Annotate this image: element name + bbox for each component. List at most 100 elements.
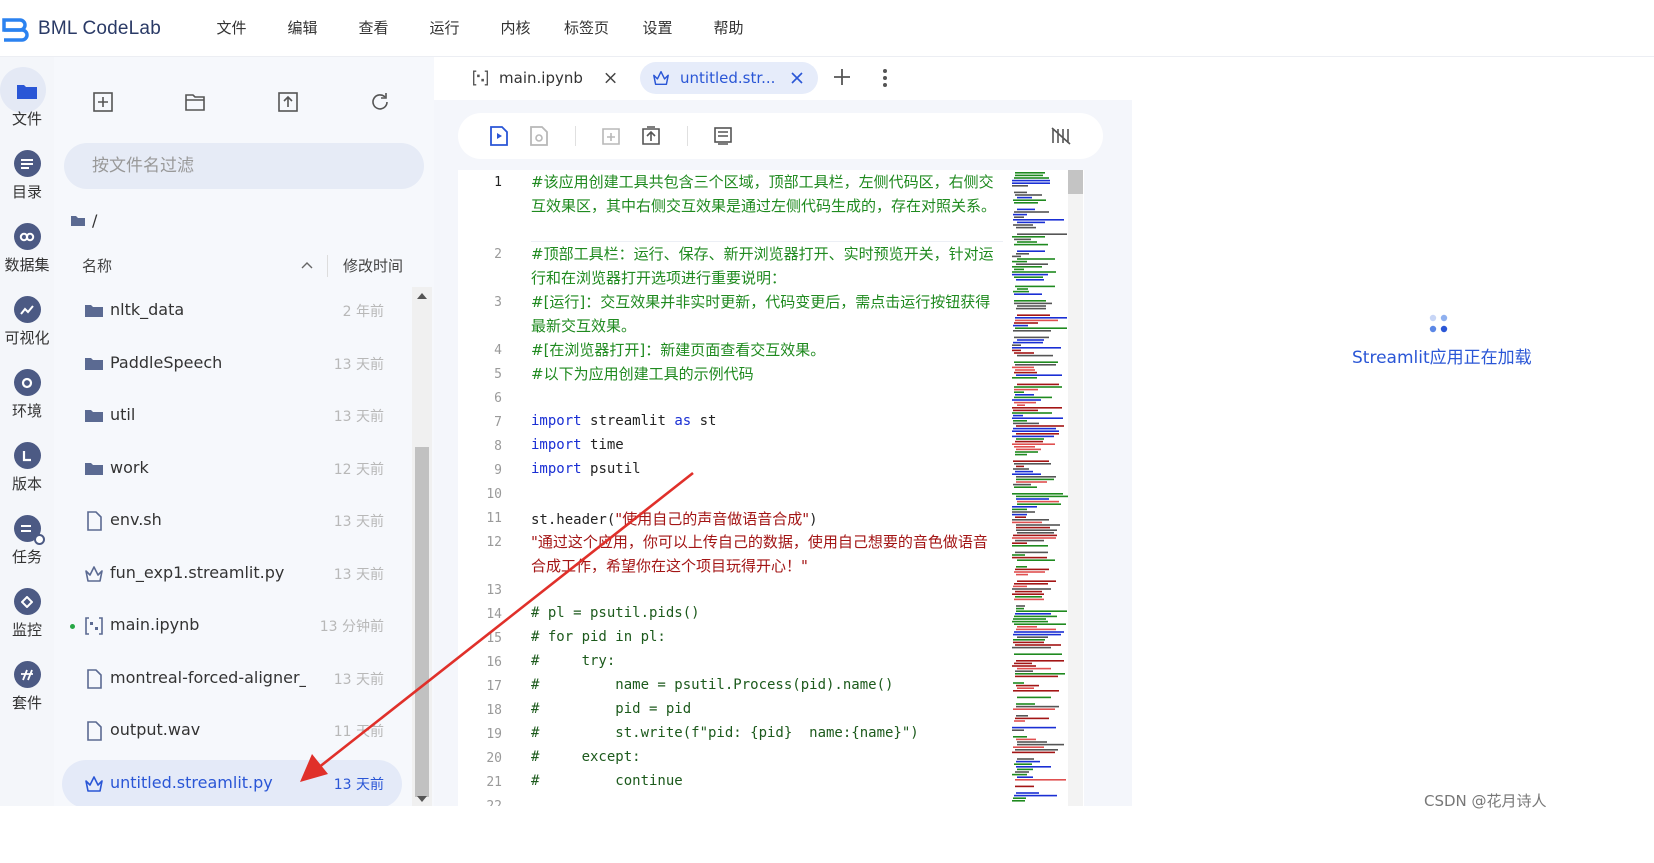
scroll-up-icon[interactable] xyxy=(417,293,427,299)
minimap-line xyxy=(1012,513,1027,516)
explorer-scrollbar[interactable] xyxy=(412,287,432,863)
new-browser-icon[interactable] xyxy=(600,125,622,147)
file-name: work xyxy=(110,458,149,477)
code-comment: #以下为应用创建工具的示例代码 xyxy=(531,365,754,383)
minimap-line xyxy=(1014,583,1048,585)
sort-ascending-icon[interactable] xyxy=(300,260,314,270)
new-file-icon[interactable] xyxy=(90,89,116,115)
activity-files[interactable]: 文件 xyxy=(0,67,54,129)
save-icon[interactable] xyxy=(528,125,550,147)
minimap-line xyxy=(1013,690,1059,692)
list-item[interactable]: montreal-forced-aligner_li 13 天前 xyxy=(62,655,402,703)
minimap-line xyxy=(1014,720,1025,722)
list-item[interactable]: work 12 天前 xyxy=(62,445,402,493)
activity-monitor[interactable]: 监控 xyxy=(0,588,54,640)
menu-settings[interactable]: 设置 xyxy=(622,0,693,57)
file-time: 13 天前 xyxy=(333,672,384,688)
scrollbar-thumb[interactable] xyxy=(415,447,429,797)
breadcrumb[interactable]: / xyxy=(70,209,97,231)
preview-toggle-icon[interactable] xyxy=(712,125,734,147)
column-divider xyxy=(327,255,328,277)
close-icon[interactable] xyxy=(603,70,618,86)
filename-filter-input[interactable] xyxy=(64,143,424,189)
minimap-line xyxy=(1016,766,1051,768)
chart-icon xyxy=(13,296,41,323)
activity-label: 任务 xyxy=(11,548,42,566)
activity-toc[interactable]: 目录 xyxy=(0,150,54,202)
list-item[interactable]: util 13 天前 xyxy=(62,392,402,440)
minimap-line xyxy=(1014,386,1062,388)
minimap-line xyxy=(1012,542,1027,544)
minimap-line xyxy=(1014,391,1024,393)
minimap-line xyxy=(1012,366,1034,369)
column-modified-time[interactable]: 修改时间 xyxy=(343,255,403,276)
new-folder-icon[interactable] xyxy=(182,89,208,115)
open-in-browser-icon[interactable] xyxy=(640,125,662,147)
minimap-line xyxy=(1013,422,1039,425)
list-item[interactable]: untitled.streamlit.py 13 天前 xyxy=(62,760,402,808)
tab-untitled-streamlit[interactable]: untitled.str... xyxy=(640,62,818,94)
column-name[interactable]: 名称 xyxy=(82,255,112,276)
activity-dataset[interactable]: 数据集 xyxy=(0,223,54,275)
menu-view[interactable]: 查看 xyxy=(338,0,409,57)
minimap-scrollbar[interactable] xyxy=(1066,170,1083,806)
activity-visualization[interactable]: 可视化 xyxy=(0,296,54,348)
close-icon[interactable] xyxy=(789,70,805,86)
minimap-line xyxy=(1016,792,1039,794)
minimap-line xyxy=(1017,626,1037,628)
minimap-line xyxy=(1013,414,1023,417)
activity-task[interactable]: 任务 xyxy=(0,515,54,567)
code-editor[interactable]: 1 #该应用创建工具共包含三个区域，顶部工具栏，左侧代码区，右侧交互效果区，其中… xyxy=(458,170,1084,863)
minimap-line xyxy=(1016,573,1028,576)
minimap-line xyxy=(1014,446,1035,448)
minimap-line xyxy=(1012,554,1025,556)
logo-icon xyxy=(2,18,29,42)
line-number: 5 xyxy=(494,367,502,382)
line-number: 10 xyxy=(486,487,502,502)
scroll-down-icon[interactable] xyxy=(417,796,427,802)
line-number: 6 xyxy=(494,391,502,406)
minimap-scrollbar-thumb[interactable] xyxy=(1066,170,1083,194)
code-comment: #[运行]：交互效果并非实时更新，代码变更后，需点击运行按钮获得最新交互效果。 xyxy=(531,293,991,335)
menu-edit[interactable]: 编辑 xyxy=(267,0,338,57)
minimap-line xyxy=(1016,705,1059,708)
list-item[interactable]: main.ipynb 13 分钟前 xyxy=(62,602,402,650)
menu-help[interactable]: 帮助 xyxy=(693,0,764,57)
add-tab-icon[interactable] xyxy=(832,67,852,87)
menu-file[interactable]: 文件 xyxy=(196,0,267,57)
more-options-icon[interactable] xyxy=(880,67,890,89)
breadcrumb-path: / xyxy=(92,210,98,230)
minimap-line xyxy=(1017,503,1061,505)
list-item[interactable]: nltk_data 2 年前 xyxy=(62,287,402,335)
menu-kernel[interactable]: 内核 xyxy=(480,0,551,57)
minimap-line xyxy=(1012,593,1044,595)
list-item[interactable]: PaddleSpeech 13 天前 xyxy=(62,340,402,388)
minimap-line xyxy=(1012,260,1027,263)
menu-run[interactable]: 运行 xyxy=(409,0,480,57)
minimap-line xyxy=(1012,349,1021,352)
menu-tabs[interactable]: 标签页 xyxy=(551,0,622,57)
activity-environment[interactable]: 环境 xyxy=(0,369,54,421)
list-item[interactable]: fun_exp1.streamlit.py 13 天前 xyxy=(62,550,402,598)
file-name: PaddleSpeech xyxy=(110,353,223,372)
list-item[interactable]: env.sh 13 天前 xyxy=(62,497,402,545)
code-comment: #顶部工具栏：运行、保存、新开浏览器打开、实时预览开关，针对运行和在浏览器打开选… xyxy=(531,245,994,287)
minimap-line xyxy=(1014,352,1034,354)
minimap-line xyxy=(1014,361,1058,363)
refresh-icon[interactable] xyxy=(367,89,393,115)
toc-icon xyxy=(13,150,41,177)
activity-version[interactable]: 版本 xyxy=(0,442,54,494)
upload-icon[interactable] xyxy=(275,89,301,115)
layout-toggle-icon[interactable] xyxy=(1050,125,1072,147)
minimap-line xyxy=(1014,216,1024,218)
run-icon[interactable] xyxy=(488,125,510,147)
activity-suite[interactable]: 套件 xyxy=(0,661,54,713)
minimap-line xyxy=(1017,258,1055,260)
line-number: 8 xyxy=(494,439,502,454)
list-item[interactable]: output.wav 11 天前 xyxy=(62,707,402,755)
minimap-line xyxy=(1012,377,1037,379)
minimap-line xyxy=(1013,324,1028,327)
file-name: env.sh xyxy=(110,510,162,529)
tab-main-ipynb[interactable]: main.ipynb xyxy=(460,62,618,94)
code-minimap[interactable] xyxy=(1010,170,1068,806)
